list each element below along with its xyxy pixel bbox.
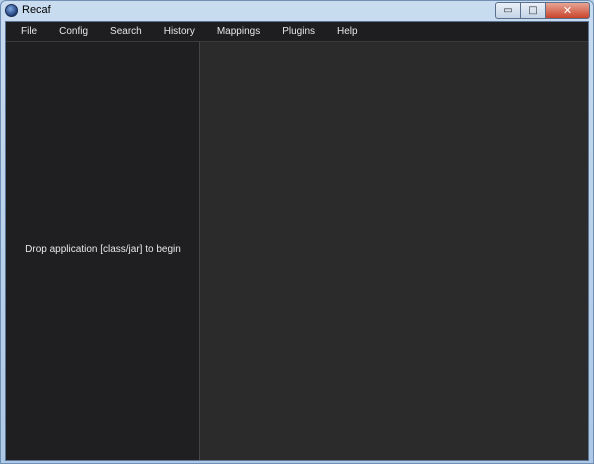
title-bar[interactable]: Recaf ▭ □ ✕ [1, 1, 593, 21]
menu-help[interactable]: Help [326, 22, 369, 41]
maximize-button[interactable]: □ [521, 2, 546, 19]
minimize-button[interactable]: ▭ [495, 2, 521, 19]
close-button[interactable]: ✕ [546, 2, 590, 19]
client-area: File Config Search History Mappings Plug… [5, 21, 589, 461]
menu-mappings[interactable]: Mappings [206, 22, 271, 41]
menu-bar: File Config Search History Mappings Plug… [6, 22, 588, 42]
menu-file[interactable]: File [6, 22, 48, 41]
window-title: Recaf [22, 4, 51, 16]
menu-history[interactable]: History [153, 22, 206, 41]
editor-area[interactable] [202, 42, 588, 460]
menu-search[interactable]: Search [99, 22, 153, 41]
application-window: Recaf ▭ □ ✕ File Config Search History M… [0, 0, 594, 464]
menu-plugins[interactable]: Plugins [271, 22, 326, 41]
recaf-app-icon[interactable] [5, 4, 18, 17]
drop-hint-text: Drop application [class/jar] to begin [25, 244, 181, 255]
minimize-icon: ▭ [503, 5, 513, 16]
window-controls: ▭ □ ✕ [495, 2, 590, 19]
menu-config[interactable]: Config [48, 22, 99, 41]
workspace-tree-panel[interactable]: Drop application [class/jar] to begin [6, 42, 200, 460]
maximize-icon: □ [528, 5, 538, 16]
close-icon: ✕ [562, 4, 573, 17]
